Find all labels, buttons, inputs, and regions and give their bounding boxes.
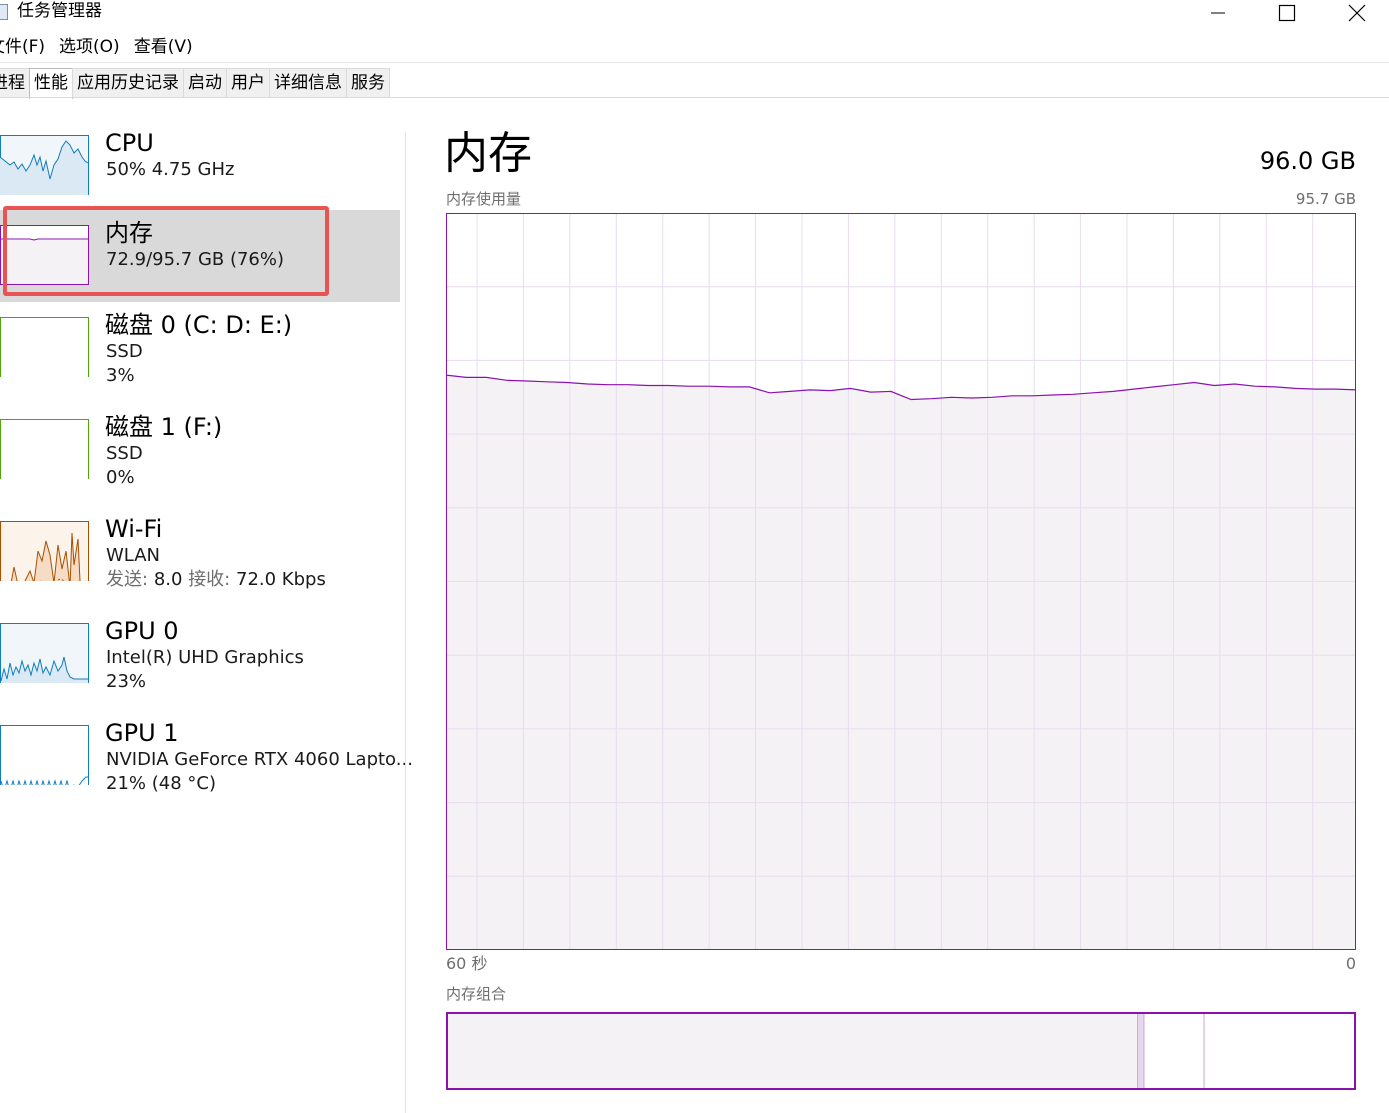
tab-processes[interactable]: 进程 (0, 68, 30, 98)
window-title: 任务管理器 (17, 1, 102, 21)
composition-modified (1137, 1012, 1144, 1090)
maximize-icon (1278, 4, 1296, 22)
gpu-0-thumbnail (0, 623, 89, 683)
time-axis-start: 60 秒 (446, 954, 488, 973)
tab-services[interactable]: 服务 (346, 68, 390, 98)
tab-users[interactable]: 用户 (226, 68, 270, 98)
sidebar-item-wifi[interactable]: Wi-Fi WLAN 发送: 8.0 接收: 72.0 Kbps (0, 506, 400, 598)
page-title: 内存 (444, 128, 532, 179)
sidebar-item-gpu-0[interactable]: GPU 0 Intel(R) UHD Graphics 23% (0, 608, 400, 700)
tab-bar: 进程 性能 应用历史记录 启动 用户 详细信息 服务 (0, 68, 390, 99)
memory-title: 内存 (105, 219, 153, 247)
memory-usage-chart (446, 213, 1356, 950)
cpu-usage: 50% 4.75 GHz (106, 159, 235, 180)
maximize-button[interactable] (1264, 0, 1310, 26)
wifi-send-label: 发送: (106, 569, 149, 590)
wifi-recv-value: 72.0 Kbps (236, 569, 326, 590)
usage-chart-max: 95.7 GB (1295, 190, 1356, 208)
menu-options[interactable]: 选项(O) (59, 33, 120, 61)
composition-in-use (446, 1012, 1138, 1090)
tab-underline (0, 97, 1389, 98)
cpu-title: CPU (105, 129, 154, 157)
gpu-0-model: Intel(R) UHD Graphics (106, 647, 304, 668)
disk-0-usage: 3% (106, 365, 135, 386)
gpu-0-title: GPU 0 (105, 617, 179, 645)
gpu-1-model: NVIDIA GeForce RTX 4060 Lapto... (106, 749, 413, 770)
wifi-send-value: 8.0 (153, 569, 183, 590)
gpu-1-thumbnail (0, 725, 89, 785)
memory-usage: 72.9/95.7 GB (76%) (106, 249, 285, 270)
wifi-title: Wi-Fi (105, 515, 163, 543)
sidebar-item-disk-1[interactable]: 磁盘 1 (F:) SSD 0% (0, 404, 400, 496)
sidebar-item-disk-0[interactable]: 磁盘 0 (C: D: E:) SSD 3% (0, 302, 400, 394)
sidebar-item-gpu-1[interactable]: GPU 1 NVIDIA GeForce RTX 4060 Lapto... 2… (0, 710, 413, 802)
sidebar-item-cpu[interactable]: CPU 50% 4.75 GHz (0, 120, 400, 212)
disk-0-type: SSD (106, 341, 143, 362)
disk-1-type: SSD (106, 443, 143, 464)
close-icon (1348, 4, 1366, 22)
sidebar-item-memory[interactable]: 内存 72.9/95.7 GB (76%) (0, 210, 400, 302)
close-button[interactable] (1334, 0, 1380, 26)
menu-file[interactable]: 文件(F) (0, 33, 45, 61)
memory-composition-bar (446, 1012, 1356, 1090)
gpu-0-usage: 23% (106, 671, 147, 692)
disk-1-thumbnail (0, 419, 89, 479)
minimize-button[interactable] (1195, 0, 1241, 26)
gpu-1-usage: 21% (48 °C) (106, 773, 216, 794)
title-bar: 任务管理器 (0, 0, 1389, 30)
disk-1-usage: 0% (106, 467, 135, 488)
minimize-icon (1211, 12, 1225, 14)
tab-details[interactable]: 详细信息 (269, 68, 347, 98)
time-axis-end: 0 (1345, 954, 1356, 973)
wifi-adapter: WLAN (106, 545, 161, 566)
menu-divider (0, 62, 1389, 63)
tab-app-history[interactable]: 应用历史记录 (72, 68, 184, 98)
composition-label: 内存组合 (446, 985, 507, 1003)
memory-thumbnail (0, 225, 89, 285)
gpu-1-title: GPU 1 (105, 719, 179, 747)
cpu-thumbnail (0, 135, 89, 195)
tab-startup[interactable]: 启动 (183, 68, 227, 98)
wifi-recv-label: 接收: (188, 569, 231, 590)
disk-0-thumbnail (0, 317, 89, 377)
usage-chart-label: 内存使用量 (446, 190, 522, 208)
tab-performance[interactable]: 性能 (29, 68, 73, 99)
disk-1-title: 磁盘 1 (F:) (105, 413, 223, 441)
sidebar-divider[interactable] (405, 132, 406, 1113)
disk-0-title: 磁盘 0 (C: D: E:) (105, 311, 293, 339)
menu-view[interactable]: 查看(V) (134, 33, 193, 61)
task-manager-icon (0, 4, 8, 20)
menu-bar: 文件(F) 选项(O) 查看(V) (0, 33, 207, 61)
wifi-thumbnail (0, 521, 89, 581)
wifi-throughput: 发送: 8.0 接收: 72.0 Kbps (106, 568, 326, 592)
total-memory: 96.0 GB (1259, 147, 1356, 175)
